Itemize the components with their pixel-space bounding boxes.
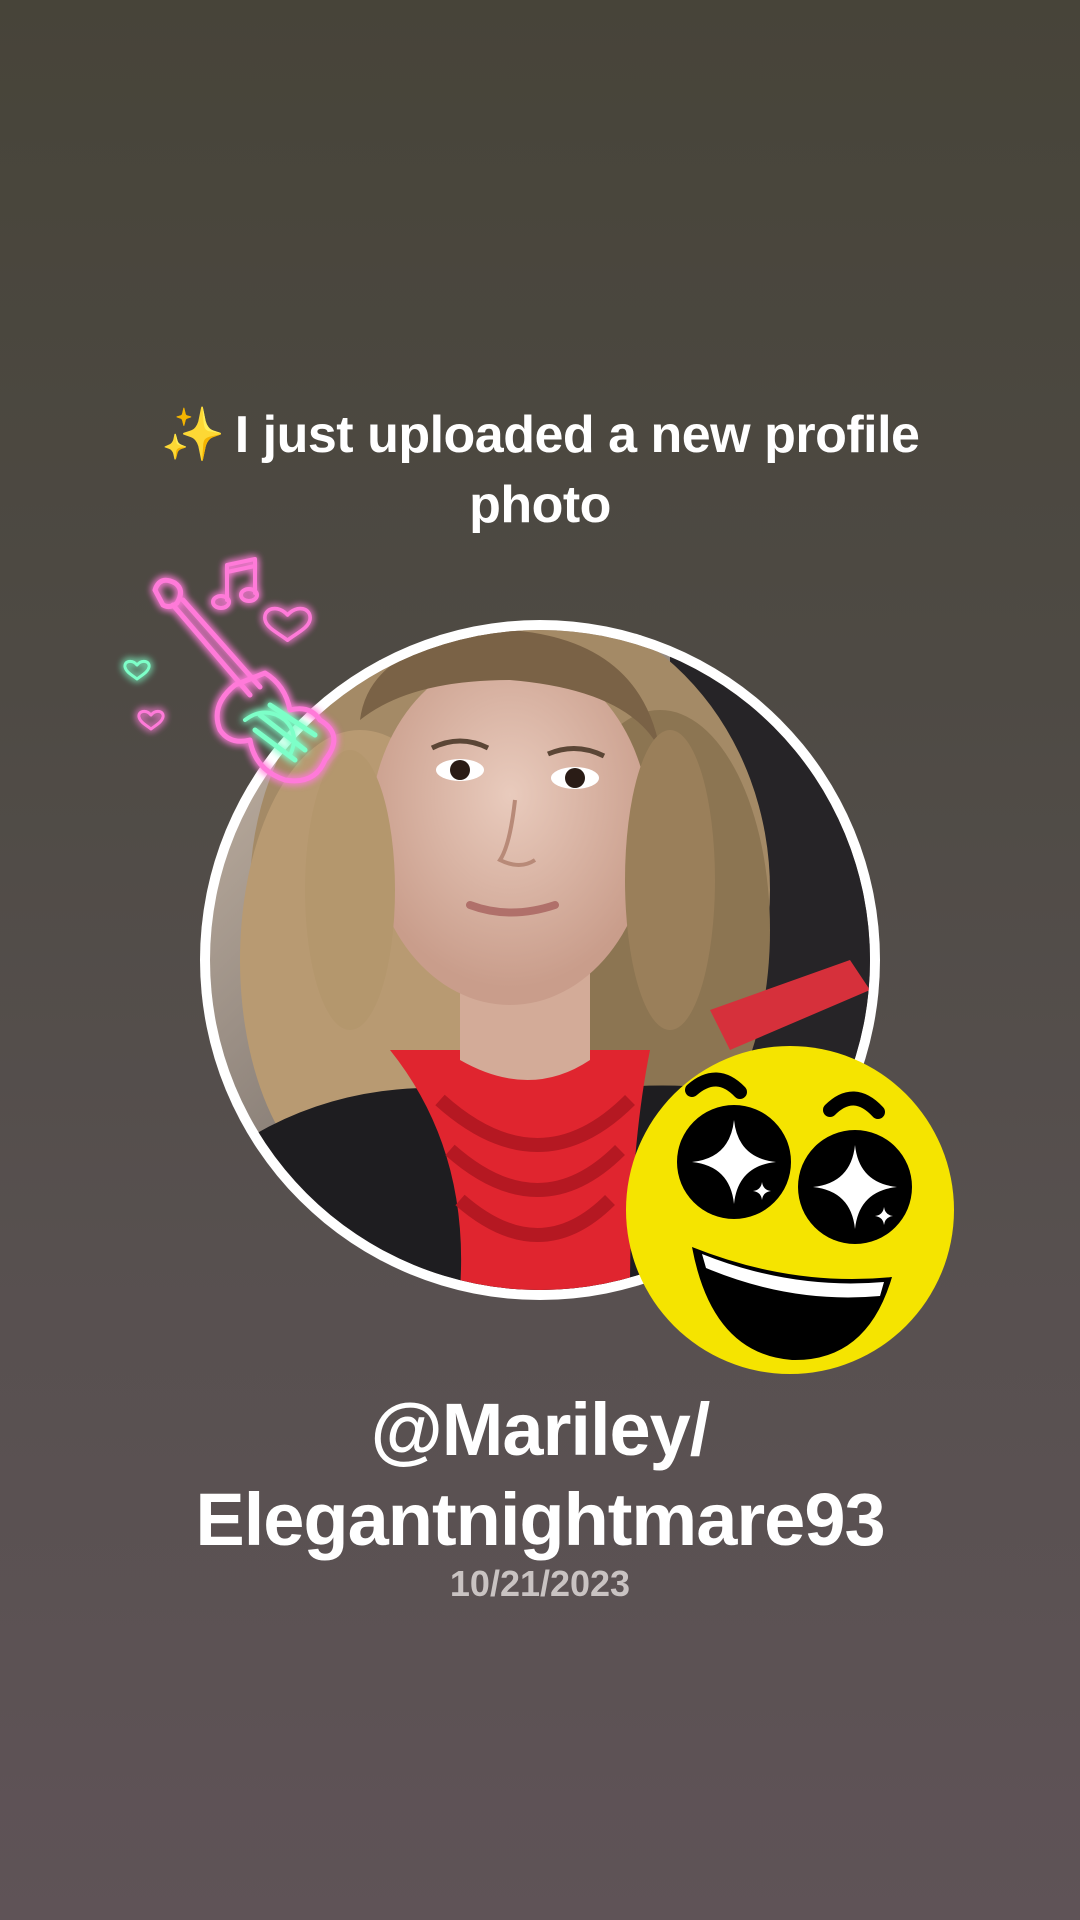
username-line-2: Elegantnightmare93	[195, 1478, 885, 1561]
star-eyes-emoji-sticker	[626, 1046, 954, 1374]
username-line-1: @Mariley/	[370, 1388, 711, 1471]
sparkles-icon: ✨	[160, 406, 226, 464]
neon-guitar-sticker	[123, 557, 337, 784]
username: @Mariley/ Elegantnightmare93	[40, 1385, 1040, 1565]
profile-photo-announcement: ✨ I just uploaded a new profile photo @M…	[0, 0, 1080, 1920]
headline-text: I just uploaded a new profile photo	[234, 406, 920, 534]
headline: ✨ I just uploaded a new profile photo	[90, 400, 990, 540]
post-date: 10/21/2023	[449, 1563, 631, 1604]
